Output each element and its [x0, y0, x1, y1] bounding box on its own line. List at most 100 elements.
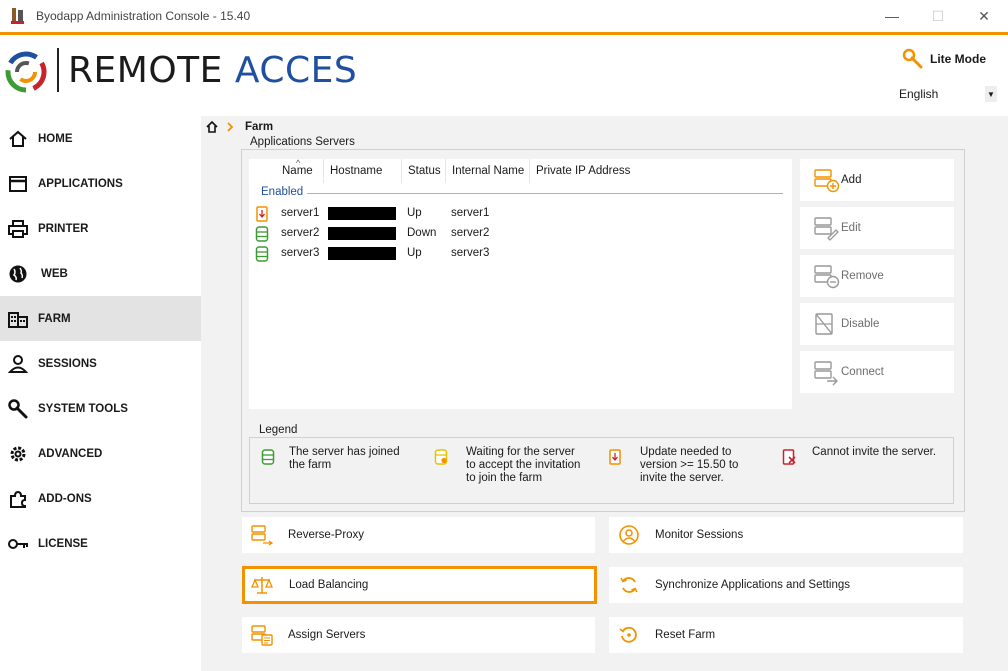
lite-mode-button[interactable]: Lite Mode: [902, 48, 986, 70]
hostname-redacted: [328, 247, 396, 260]
legend-line: to accept the invitation: [466, 459, 581, 471]
sidebar-item-system-tools[interactable]: SYSTEM TOOLS: [0, 386, 201, 431]
window-title: Byodapp Administration Console - 15.40: [36, 9, 251, 23]
remove-server-button[interactable]: Remove: [800, 255, 954, 297]
row-name: server2: [281, 227, 320, 239]
sidebar-item-label: SYSTEM TOOLS: [38, 402, 128, 415]
legend-cannot-text: Cannot invite the server.: [812, 446, 936, 459]
wrench-icon: [8, 399, 28, 419]
sidebar-item-web[interactable]: WEB: [0, 251, 201, 296]
synchronize-applications-button[interactable]: Synchronize Applications and Settings: [609, 567, 963, 603]
sidebar-item-label: PRINTER: [38, 222, 89, 235]
row-name: server1: [281, 207, 320, 219]
table-row[interactable]: server2 Down server2: [249, 224, 792, 244]
close-button[interactable]: ✕: [962, 4, 1006, 28]
assign-servers-label: Assign Servers: [288, 629, 366, 641]
row-status: Down: [407, 227, 437, 239]
load-balancing-button[interactable]: Load Balancing: [242, 566, 597, 604]
column-header-name[interactable]: Name: [276, 159, 324, 183]
column-header-status[interactable]: Status: [402, 159, 446, 183]
legend-line: the farm: [289, 459, 332, 471]
reverse-proxy-icon: [251, 525, 273, 546]
sidebar-item-add-ons[interactable]: ADD-ONS: [0, 476, 201, 521]
sidebar-item-label: WEB: [41, 267, 68, 280]
globe-icon: [9, 265, 27, 283]
reset-farm-label: Reset Farm: [655, 629, 716, 641]
reverse-proxy-button[interactable]: Reverse-Proxy: [242, 517, 595, 553]
table-row[interactable]: server3 Up server3: [249, 244, 792, 264]
monitor-sessions-button[interactable]: Monitor Sessions: [609, 517, 963, 553]
legend-line: to join the farm: [466, 472, 543, 484]
edit-label: Edit: [841, 222, 861, 234]
sidebar-item-label: FARM: [38, 312, 71, 325]
legend-waiting-text: Waiting for the server to accept the inv…: [466, 446, 580, 485]
connect-server-button[interactable]: Connect: [800, 351, 954, 393]
remove-label: Remove: [841, 270, 884, 282]
sidebar-item-label: LICENSE: [38, 537, 88, 550]
server-joined-icon: [255, 246, 269, 262]
sidebar-item-printer[interactable]: PRINTER: [0, 206, 201, 251]
add-label: Add: [841, 174, 862, 186]
sidebar-item-sessions[interactable]: SESSIONS: [0, 341, 201, 386]
sidebar-item-label: ADD-ONS: [38, 492, 92, 505]
sidebar-item-farm[interactable]: FARM: [0, 296, 201, 341]
legend-line: The server has joined: [289, 446, 400, 458]
server-remove-icon: [814, 265, 840, 289]
server-disable-icon: [815, 313, 833, 335]
sidebar-item-applications[interactable]: APPLICATIONS: [0, 161, 201, 206]
monitor-sessions-label: Monitor Sessions: [655, 529, 744, 541]
reset-farm-button[interactable]: Reset Farm: [609, 617, 963, 653]
minimize-button[interactable]: —: [870, 4, 914, 28]
home-icon[interactable]: [205, 120, 219, 134]
edit-server-button[interactable]: Edit: [800, 207, 954, 249]
puzzle-icon: [10, 490, 26, 508]
hostname-redacted: [328, 227, 396, 240]
language-select[interactable]: English ▼: [895, 83, 1001, 105]
cannot-invite-icon: [782, 449, 796, 465]
sync-icon: [620, 577, 638, 593]
maximize-button[interactable]: ☐: [916, 4, 960, 28]
column-header-internal-name[interactable]: Internal Name: [446, 159, 530, 183]
legend-line: Cannot invite the server.: [812, 446, 937, 458]
sidebar: HOME APPLICATIONS PRINTER WEB FARM SESSI…: [0, 116, 201, 671]
chevron-right-icon: [227, 122, 234, 132]
user-circle-icon: [619, 525, 639, 545]
breadcrumb: Farm: [205, 119, 273, 135]
update-needed-icon: [609, 449, 621, 465]
logo-divider: [57, 48, 59, 92]
update-needed-icon: [256, 206, 268, 222]
sidebar-item-advanced[interactable]: ADVANCED: [0, 431, 201, 476]
row-internal-name: server1: [451, 207, 490, 219]
group-label-enabled: Enabled: [261, 186, 304, 198]
sidebar-item-home[interactable]: HOME: [0, 116, 201, 161]
sidebar-item-license[interactable]: LICENSE: [0, 521, 201, 566]
server-edit-icon: [814, 217, 839, 241]
row-internal-name: server3: [451, 247, 490, 259]
server-list[interactable]: ^ Name Hostname Status Internal Name Pri…: [249, 158, 792, 409]
applications-servers-title: Applications Servers: [247, 136, 358, 148]
app-header: REMOTE ACCES Lite Mode English ▼: [0, 35, 1008, 115]
logo-wordmark: REMOTE ACCES: [68, 51, 357, 91]
sidebar-item-label: SESSIONS: [38, 357, 97, 370]
sidebar-item-label: APPLICATIONS: [38, 177, 123, 190]
reset-icon: [619, 626, 637, 643]
legend-line: Waiting for the server: [466, 446, 575, 458]
column-header-hostname[interactable]: Hostname: [324, 159, 402, 183]
gear-icon: [10, 446, 26, 462]
column-header-private-ip[interactable]: Private IP Address: [530, 159, 640, 183]
disable-server-button[interactable]: Disable: [800, 303, 954, 345]
legend-joined-text: The server has joined the farm: [289, 446, 400, 472]
legend-update-text: Update needed to version >= 15.50 to inv…: [640, 446, 738, 485]
hostname-redacted: [328, 207, 396, 220]
user-icon: [7, 355, 29, 373]
table-row[interactable]: server1 Up server1: [249, 204, 792, 224]
add-server-button[interactable]: Add: [800, 159, 954, 201]
assign-servers-button[interactable]: Assign Servers: [242, 617, 595, 653]
server-joined-icon: [255, 226, 269, 242]
sidebar-item-label: HOME: [38, 132, 73, 145]
window-icon: [9, 176, 27, 192]
logo-text-acces: ACCES: [234, 50, 358, 91]
building-icon: [8, 312, 28, 328]
row-status: Up: [407, 247, 422, 259]
chevron-down-icon: ▼: [985, 86, 997, 102]
